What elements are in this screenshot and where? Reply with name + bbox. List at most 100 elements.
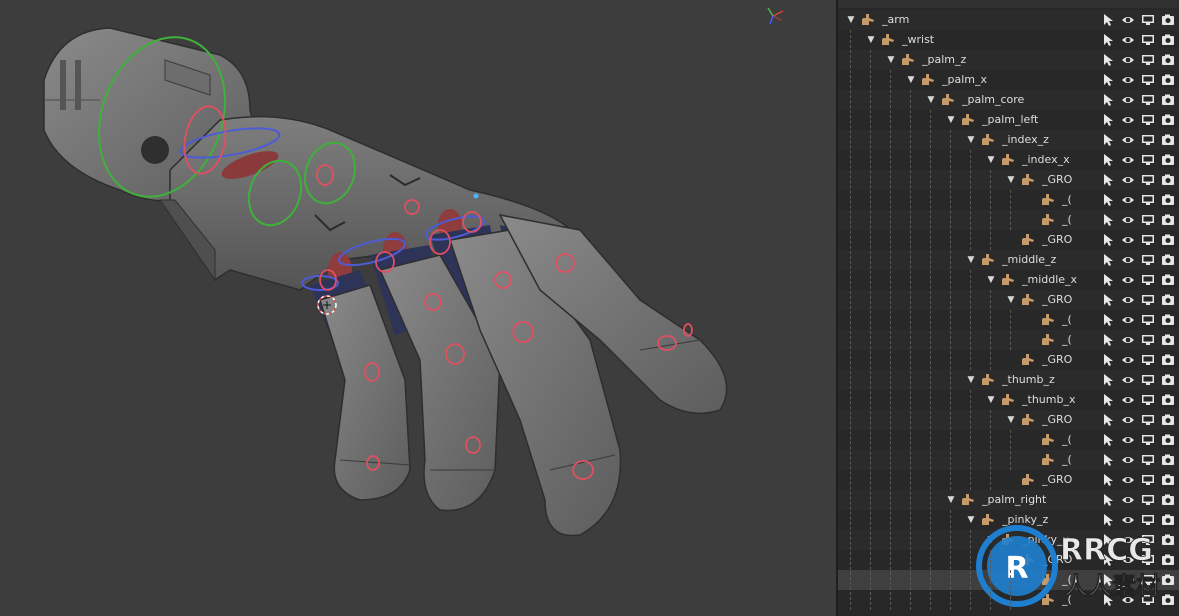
monitor-icon[interactable] [1141,53,1155,67]
select-arrow-icon[interactable] [1101,53,1115,67]
select-arrow-icon[interactable] [1101,93,1115,107]
select-arrow-icon[interactable] [1101,493,1115,507]
eye-icon[interactable] [1121,273,1135,287]
camera-icon[interactable] [1161,53,1175,67]
select-arrow-icon[interactable] [1101,393,1115,407]
monitor-icon[interactable] [1141,153,1155,167]
monitor-icon[interactable] [1141,413,1155,427]
eye-icon[interactable] [1121,113,1135,127]
select-arrow-icon[interactable] [1101,413,1115,427]
select-arrow-icon[interactable] [1101,193,1115,207]
select-arrow-icon[interactable] [1101,333,1115,347]
camera-icon[interactable] [1161,453,1175,467]
eye-icon[interactable] [1121,153,1135,167]
monitor-icon[interactable] [1141,313,1155,327]
select-arrow-icon[interactable] [1101,33,1115,47]
eye-icon[interactable] [1121,73,1135,87]
expand-toggle-icon[interactable]: ▼ [906,70,916,90]
monitor-icon[interactable] [1141,393,1155,407]
expand-toggle-icon[interactable]: ▼ [1006,290,1016,310]
monitor-icon[interactable] [1141,33,1155,47]
monitor-icon[interactable] [1141,253,1155,267]
expand-toggle-icon[interactable]: ▼ [986,390,996,410]
monitor-icon[interactable] [1141,333,1155,347]
outliner-row[interactable]: ▼ _wrist [838,30,1179,50]
monitor-icon[interactable] [1141,173,1155,187]
monitor-icon[interactable] [1141,453,1155,467]
monitor-icon[interactable] [1141,233,1155,247]
eye-icon[interactable] [1121,413,1135,427]
eye-icon[interactable] [1121,473,1135,487]
monitor-icon[interactable] [1141,113,1155,127]
camera-icon[interactable] [1161,413,1175,427]
expand-toggle-icon[interactable]: ▼ [946,490,956,510]
eye-icon[interactable] [1121,393,1135,407]
camera-icon[interactable] [1161,153,1175,167]
camera-icon[interactable] [1161,373,1175,387]
eye-icon[interactable] [1121,233,1135,247]
camera-icon[interactable] [1161,253,1175,267]
eye-icon[interactable] [1121,213,1135,227]
eye-icon[interactable] [1121,173,1135,187]
select-arrow-icon[interactable] [1101,73,1115,87]
monitor-icon[interactable] [1141,493,1155,507]
camera-icon[interactable] [1161,333,1175,347]
expand-toggle-icon[interactable]: ▼ [986,150,996,170]
select-arrow-icon[interactable] [1101,293,1115,307]
eye-icon[interactable] [1121,33,1135,47]
monitor-icon[interactable] [1141,473,1155,487]
expand-toggle-icon[interactable]: ▼ [946,110,956,130]
expand-toggle-icon[interactable]: ▼ [846,10,856,30]
select-arrow-icon[interactable] [1101,373,1115,387]
expand-toggle-icon[interactable]: ▼ [966,130,976,150]
select-arrow-icon[interactable] [1101,153,1115,167]
expand-toggle-icon[interactable]: ▼ [1006,170,1016,190]
eye-icon[interactable] [1121,433,1135,447]
select-arrow-icon[interactable] [1101,113,1115,127]
camera-icon[interactable] [1161,433,1175,447]
outliner-row[interactable]: ▼ _arm [838,10,1179,30]
eye-icon[interactable] [1121,453,1135,467]
camera-icon[interactable] [1161,393,1175,407]
select-arrow-icon[interactable] [1101,353,1115,367]
monitor-icon[interactable] [1141,373,1155,387]
select-arrow-icon[interactable] [1101,253,1115,267]
camera-icon[interactable] [1161,193,1175,207]
monitor-icon[interactable] [1141,13,1155,27]
camera-icon[interactable] [1161,93,1175,107]
camera-icon[interactable] [1161,73,1175,87]
camera-icon[interactable] [1161,273,1175,287]
camera-icon[interactable] [1161,133,1175,147]
camera-icon[interactable] [1161,13,1175,27]
eye-icon[interactable] [1121,13,1135,27]
eye-icon[interactable] [1121,133,1135,147]
monitor-icon[interactable] [1141,273,1155,287]
monitor-icon[interactable] [1141,133,1155,147]
select-arrow-icon[interactable] [1101,433,1115,447]
eye-icon[interactable] [1121,333,1135,347]
outliner-row[interactable]: ▼ _palm_z [838,50,1179,70]
select-arrow-icon[interactable] [1101,173,1115,187]
camera-icon[interactable] [1161,493,1175,507]
select-arrow-icon[interactable] [1101,233,1115,247]
monitor-icon[interactable] [1141,193,1155,207]
select-arrow-icon[interactable] [1101,133,1115,147]
select-arrow-icon[interactable] [1101,13,1115,27]
select-arrow-icon[interactable] [1101,313,1115,327]
select-arrow-icon[interactable] [1101,473,1115,487]
camera-icon[interactable] [1161,353,1175,367]
monitor-icon[interactable] [1141,93,1155,107]
monitor-icon[interactable] [1141,73,1155,87]
camera-icon[interactable] [1161,213,1175,227]
expand-toggle-icon[interactable]: ▼ [966,250,976,270]
eye-icon[interactable] [1121,373,1135,387]
camera-icon[interactable] [1161,173,1175,187]
select-arrow-icon[interactable] [1101,453,1115,467]
monitor-icon[interactable] [1141,353,1155,367]
eye-icon[interactable] [1121,313,1135,327]
eye-icon[interactable] [1121,253,1135,267]
eye-icon[interactable] [1121,293,1135,307]
expand-toggle-icon[interactable]: ▼ [966,370,976,390]
expand-toggle-icon[interactable]: ▼ [886,50,896,70]
eye-icon[interactable] [1121,193,1135,207]
